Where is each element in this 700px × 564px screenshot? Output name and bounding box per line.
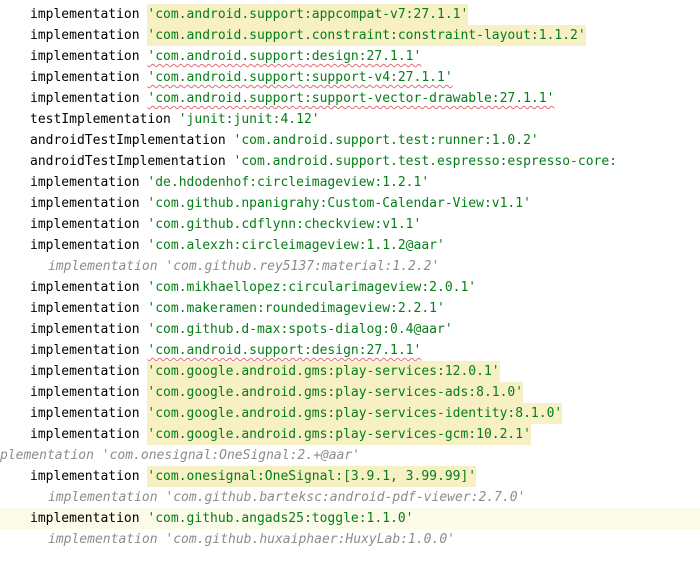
code-line[interactable]: implementation 'com.alexzh:circleimagevi… — [0, 235, 700, 256]
dependency-keyword: implementation — [30, 301, 140, 316]
dependency-coordinate: 'com.android.support:support-vector-draw… — [147, 91, 555, 106]
dependency-keyword: implementation — [30, 238, 140, 253]
dependency-coordinate: 'com.android.support:design:27.1.1' — [147, 343, 422, 358]
dependency-keyword: implementation — [30, 7, 140, 22]
dependency-coordinate: 'com.mikhaellopez:circularimageview:2.0.… — [147, 280, 477, 295]
dependency-keyword: implementation — [30, 91, 140, 106]
dependency-coordinate: 'com.onesignal:OneSignal:2.+@aar' — [101, 448, 361, 463]
dependency-coordinate: 'com.android.support:support-v4:27.1.1' — [147, 70, 453, 85]
dependency-coordinate: 'com.android.support:design:27.1.1' — [147, 49, 422, 64]
dependency-coordinate: 'com.google.android.gms:play-services:12… — [147, 361, 500, 382]
dependency-coordinate: 'com.onesignal:OneSignal:[3.9.1, 3.99.99… — [147, 466, 477, 487]
code-line[interactable]: androidTestImplementation 'com.android.s… — [0, 151, 700, 172]
dependency-keyword: implementation — [30, 217, 140, 232]
code-line[interactable]: implementation 'com.mikhaellopez:circula… — [0, 277, 700, 298]
dependency-coordinate: 'com.makeramen:roundedimageview:2.2.1' — [147, 301, 445, 316]
dependency-keyword: implementation — [48, 532, 158, 547]
code-line[interactable]: implementation 'com.android.support:supp… — [0, 67, 700, 88]
dependency-keyword: testImplementation — [30, 112, 171, 127]
dependency-keyword: implementation — [30, 406, 140, 421]
dependency-coordinate: 'com.github.cdflynn:checkview:v1.1' — [147, 217, 422, 232]
code-line[interactable]: implementation 'com.android.support.cons… — [0, 25, 700, 46]
dependency-coordinate: 'com.android.support.test:runner:1.0.2' — [233, 133, 539, 148]
dependency-keyword: implementation — [30, 280, 140, 295]
dependency-keyword: plementation — [0, 448, 94, 463]
code-line[interactable]: androidTestImplementation 'com.android.s… — [0, 130, 700, 151]
dependency-keyword: implementation — [30, 385, 140, 400]
dependency-keyword: implementation — [30, 343, 140, 358]
code-line[interactable]: implementation 'com.android.support:desi… — [0, 46, 700, 67]
dependency-keyword: androidTestImplementation — [30, 154, 226, 169]
dependency-coordinate: 'com.alexzh:circleimageview:1.1.2@aar' — [147, 238, 445, 253]
code-line-commented[interactable]: implementation 'com.github.huxaiphaer:Hu… — [0, 529, 700, 550]
code-line[interactable]: implementation 'com.google.android.gms:p… — [0, 403, 700, 424]
dependency-keyword: implementation — [30, 469, 140, 484]
code-line[interactable]: implementation 'com.makeramen:roundedima… — [0, 298, 700, 319]
dependency-coordinate: 'com.github.rey5137:material:1.2.2' — [165, 259, 440, 274]
dependency-keyword: implementation — [30, 175, 140, 190]
dependency-coordinate: 'com.github.angads25:toggle:1.1.0' — [147, 511, 414, 526]
dependency-keyword: implementation — [30, 322, 140, 337]
code-line[interactable]: implementation 'com.onesignal:OneSignal:… — [0, 466, 700, 487]
dependency-coordinate: 'com.android.support.test.espresso:espre… — [233, 154, 618, 169]
dependency-coordinate: 'com.google.android.gms:play-services-id… — [147, 403, 563, 424]
code-line[interactable]: implementation 'com.google.android.gms:p… — [0, 361, 700, 382]
dependency-coordinate: 'com.github.barteksc:android-pdf-viewer:… — [165, 490, 526, 505]
code-line-commented[interactable]: implementation 'com.github.rey5137:mater… — [0, 256, 700, 277]
code-line[interactable]: implementation 'com.github.cdflynn:check… — [0, 214, 700, 235]
code-line[interactable]: implementation 'com.android.support:desi… — [0, 340, 700, 361]
code-line[interactable]: implementation 'com.github.npanigrahy:Cu… — [0, 193, 700, 214]
code-line[interactable]: implementation 'com.google.android.gms:p… — [0, 424, 700, 445]
dependency-coordinate: 'com.github.huxaiphaer:HuxyLab:1.0.0' — [165, 532, 455, 547]
code-line[interactable]: implementation 'com.google.android.gms:p… — [0, 382, 700, 403]
dependency-coordinate: 'de.hdodenhof:circleimageview:1.2.1' — [147, 175, 430, 190]
dependency-keyword: implementation — [30, 427, 140, 442]
code-line[interactable]: implementation 'com.android.support:appc… — [0, 4, 700, 25]
dependency-coordinate: 'com.google.android.gms:play-services-ad… — [147, 382, 524, 403]
dependency-keyword: implementation — [30, 196, 140, 211]
dependency-keyword: implementation — [48, 259, 158, 274]
dependency-keyword: androidTestImplementation — [30, 133, 226, 148]
code-line[interactable]: implementation 'com.github.d-max:spots-d… — [0, 319, 700, 340]
dependency-coordinate: 'com.github.npanigrahy:Custom-Calendar-V… — [147, 196, 531, 211]
code-line-commented[interactable]: implementation 'com.github.barteksc:andr… — [0, 487, 700, 508]
dependency-coordinate: 'com.github.d-max:spots-dialog:0.4@aar' — [147, 322, 453, 337]
dependency-keyword: implementation — [30, 70, 140, 85]
dependency-keyword: implementation — [30, 364, 140, 379]
code-line-commented[interactable]: plementation 'com.onesignal:OneSignal:2.… — [0, 445, 700, 466]
code-line[interactable]: implementation 'com.github.angads25:togg… — [0, 508, 700, 529]
dependency-keyword: implementation — [30, 28, 140, 43]
code-editor[interactable]: implementation 'com.android.support:appc… — [0, 0, 700, 564]
code-line[interactable]: implementation 'de.hdodenhof:circleimage… — [0, 172, 700, 193]
code-line[interactable]: testImplementation 'junit:junit:4.12' — [0, 109, 700, 130]
dependency-coordinate: 'com.android.support.constraint:constrai… — [147, 25, 586, 46]
code-line[interactable]: implementation 'com.android.support:supp… — [0, 88, 700, 109]
dependency-keyword: implementation — [48, 490, 158, 505]
dependency-coordinate: 'com.android.support:appcompat-v7:27.1.1… — [147, 4, 469, 25]
dependency-coordinate: 'junit:junit:4.12' — [178, 112, 320, 127]
dependency-keyword: implementation — [30, 511, 140, 526]
dependency-coordinate: 'com.google.android.gms:play-services-gc… — [147, 424, 531, 445]
dependency-keyword: implementation — [30, 49, 140, 64]
